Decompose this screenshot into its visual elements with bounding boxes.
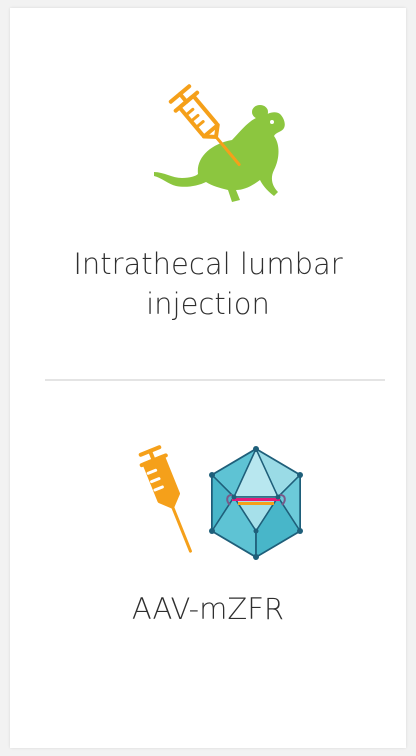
step-label-injection: Intrathecal lumbar injection: [73, 247, 343, 321]
info-card: Intrathecal lumbar injection AAV-mZFR: [10, 8, 406, 748]
aav-capsid-icon: [209, 446, 303, 560]
syringe-rat-icon: [154, 84, 285, 202]
divider: [45, 379, 385, 381]
step-label-vector: AAV-mZFR: [131, 592, 285, 626]
syringe-icon: [138, 445, 192, 553]
